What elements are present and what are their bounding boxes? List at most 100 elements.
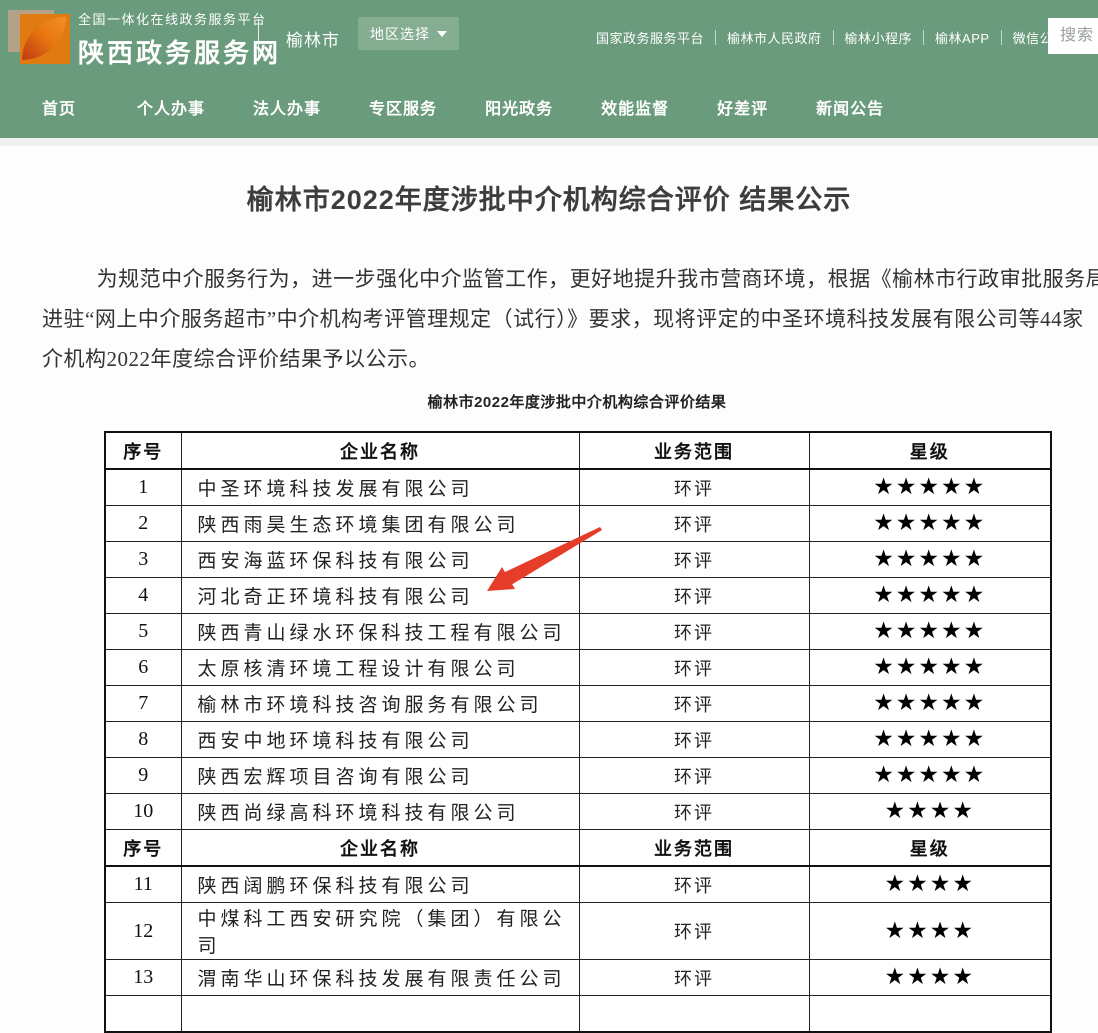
table-row: 1中圣环境科技发展有限公司环评★★★★★ [105, 469, 1051, 506]
cell-business-scope: 环评 [579, 650, 809, 686]
cell-star-rating: ★★★★★ [809, 578, 1051, 614]
nav-item[interactable]: 阳光政务 [485, 95, 553, 119]
table-header-row: 序号企业名称业务范围星级 [105, 830, 1051, 867]
cell-star-rating: ★★★★ [809, 866, 1051, 903]
cell-index: 12 [105, 903, 181, 960]
cell-business-scope: 环评 [579, 506, 809, 542]
cell-index: 10 [105, 794, 181, 830]
page-title: 榆林市2022年度涉批中介机构综合评价 结果公示 [0, 185, 1098, 215]
nav-item[interactable]: 法人办事 [253, 95, 321, 119]
cell-company-name: 陕西青山绿水环保科技工程有限公司 [181, 614, 579, 650]
table-row: 11陕西阔鹏环保科技有限公司环评★★★★ [105, 866, 1051, 903]
nav-item[interactable]: 新闻公告 [816, 95, 884, 119]
table-row: 7榆林市环境科技咨询服务有限公司环评★★★★★ [105, 686, 1051, 722]
nav-item[interactable]: 好差评 [717, 95, 768, 119]
page-content: 榆林市2022年度涉批中介机构综合评价 结果公示 为规范中介服务行为，进一步强化… [0, 138, 1098, 1033]
topbar-links: 国家政务服务平台榆林市人民政府榆林小程序榆林APP微信公众号注册 [585, 0, 1098, 75]
cell-company-name: 榆林市环境科技咨询服务有限公司 [181, 686, 579, 722]
nav-item[interactable]: 个人办事 [137, 95, 205, 119]
cell-company-name: 西安中地环境科技有限公司 [181, 722, 579, 758]
cell-company-name: 西安海蓝环保科技有限公司 [181, 542, 579, 578]
table-header-cell: 企业名称 [181, 432, 579, 469]
cell-index: 6 [105, 650, 181, 686]
paragraph-line: 介机构2022年度综合评价结果予以公示。 [42, 339, 1098, 379]
cell-index: 3 [105, 542, 181, 578]
topbar-link[interactable]: 国家政务服务平台 [585, 28, 715, 47]
cell-company-name: 陕西尚绿高科环境科技有限公司 [181, 794, 579, 830]
empty-cell [105, 996, 181, 1033]
site-brand: 全国一体化在线政务服务平台 陕西政务服务网 [78, 9, 281, 70]
table-header-cell: 序号 [105, 432, 181, 469]
table-row: 12中煤科工西安研究院（集团）有限公司环评★★★★ [105, 903, 1051, 960]
cell-star-rating: ★★★★★ [809, 469, 1051, 506]
cell-company-name: 渭南华山环保科技发展有限责任公司 [181, 960, 579, 996]
table-header-cell: 企业名称 [181, 830, 579, 867]
city-name: 榆林市 [286, 26, 340, 51]
results-table: 序号企业名称业务范围星级1中圣环境科技发展有限公司环评★★★★★2陕西雨昊生态环… [104, 431, 1052, 1033]
cell-index: 7 [105, 686, 181, 722]
table-header-cell: 业务范围 [579, 432, 809, 469]
nav-item[interactable]: 专区服务 [369, 95, 437, 119]
brand-divider [258, 19, 259, 57]
table-header-cell: 星级 [809, 830, 1051, 867]
topbar-link[interactable]: 榆林市人民政府 [716, 28, 833, 47]
cell-index: 11 [105, 866, 181, 903]
site-logo[interactable] [8, 8, 66, 64]
cell-business-scope: 环评 [579, 469, 809, 506]
table-header-cell: 星级 [809, 432, 1051, 469]
cell-business-scope: 环评 [579, 866, 809, 903]
table-caption: 榆林市2022年度涉批中介机构综合评价结果 [104, 392, 1050, 414]
cell-star-rating: ★★★★ [809, 794, 1051, 830]
topbar: 全国一体化在线政务服务平台 陕西政务服务网 榆林市 地区选择 国家政务服务平台榆… [0, 0, 1098, 75]
cell-business-scope: 环评 [579, 758, 809, 794]
nav-item[interactable]: 首页 [42, 95, 76, 119]
cell-star-rating: ★★★★ [809, 960, 1051, 996]
table-row: 9陕西宏辉项目咨询有限公司环评★★★★★ [105, 758, 1051, 794]
cell-business-scope: 环评 [579, 722, 809, 758]
cell-star-rating: ★★★★ [809, 903, 1051, 960]
empty-cell [809, 996, 1051, 1033]
cell-star-rating: ★★★★★ [809, 542, 1051, 578]
nav-item[interactable]: 效能监督 [601, 95, 669, 119]
cell-company-name: 中圣环境科技发展有限公司 [181, 469, 579, 506]
search-input[interactable] [1048, 18, 1098, 54]
cell-business-scope: 环评 [579, 614, 809, 650]
cell-index: 4 [105, 578, 181, 614]
cell-business-scope: 环评 [579, 578, 809, 614]
content-top-strip [0, 138, 1098, 146]
cell-star-rating: ★★★★★ [809, 506, 1051, 542]
table-row: 6太原核清环境工程设计有限公司环评★★★★★ [105, 650, 1051, 686]
table-header-row: 序号企业名称业务范围星级 [105, 432, 1051, 469]
table-header-cell: 业务范围 [579, 830, 809, 867]
table-row: 10陕西尚绿高科环境科技有限公司环评★★★★ [105, 794, 1051, 830]
cell-business-scope: 环评 [579, 903, 809, 960]
cell-company-name: 陕西阔鹏环保科技有限公司 [181, 866, 579, 903]
region-selector-button[interactable]: 地区选择 [358, 17, 459, 50]
topbar-link[interactable]: 榆林APP [924, 28, 1001, 47]
cell-star-rating: ★★★★★ [809, 686, 1051, 722]
cell-star-rating: ★★★★★ [809, 650, 1051, 686]
cell-business-scope: 环评 [579, 542, 809, 578]
site-name: 陕西政务服务网 [78, 33, 281, 70]
cell-index: 2 [105, 506, 181, 542]
empty-cell [181, 996, 579, 1033]
announcement-paragraph: 为规范中介服务行为，进一步强化中介监管工作，更好地提升我市营商环境，根据《榆林市… [0, 259, 1098, 379]
table-row: 3西安海蓝环保科技有限公司环评★★★★★ [105, 542, 1051, 578]
cell-star-rating: ★★★★★ [809, 614, 1051, 650]
cell-index: 13 [105, 960, 181, 996]
cell-company-name: 中煤科工西安研究院（集团）有限公司 [181, 903, 579, 960]
region-selector-label: 地区选择 [370, 24, 430, 44]
cell-index: 5 [105, 614, 181, 650]
empty-cell [579, 996, 809, 1033]
cell-company-name: 陕西雨昊生态环境集团有限公司 [181, 506, 579, 542]
cell-index: 1 [105, 469, 181, 506]
table-row: 4河北奇正环境科技有限公司环评★★★★★ [105, 578, 1051, 614]
site-header: 全国一体化在线政务服务平台 陕西政务服务网 榆林市 地区选择 国家政务服务平台榆… [0, 0, 1098, 138]
table-header-cell: 序号 [105, 830, 181, 867]
topbar-link[interactable]: 榆林小程序 [834, 28, 924, 47]
paragraph-line: 为规范中介服务行为，进一步强化中介监管工作，更好地提升我市营商环境，根据《榆林市… [42, 259, 1098, 299]
table-row-partial [105, 996, 1051, 1033]
platform-name: 全国一体化在线政务服务平台 [78, 9, 281, 28]
table-row: 5陕西青山绿水环保科技工程有限公司环评★★★★★ [105, 614, 1051, 650]
chevron-down-icon [437, 31, 447, 37]
